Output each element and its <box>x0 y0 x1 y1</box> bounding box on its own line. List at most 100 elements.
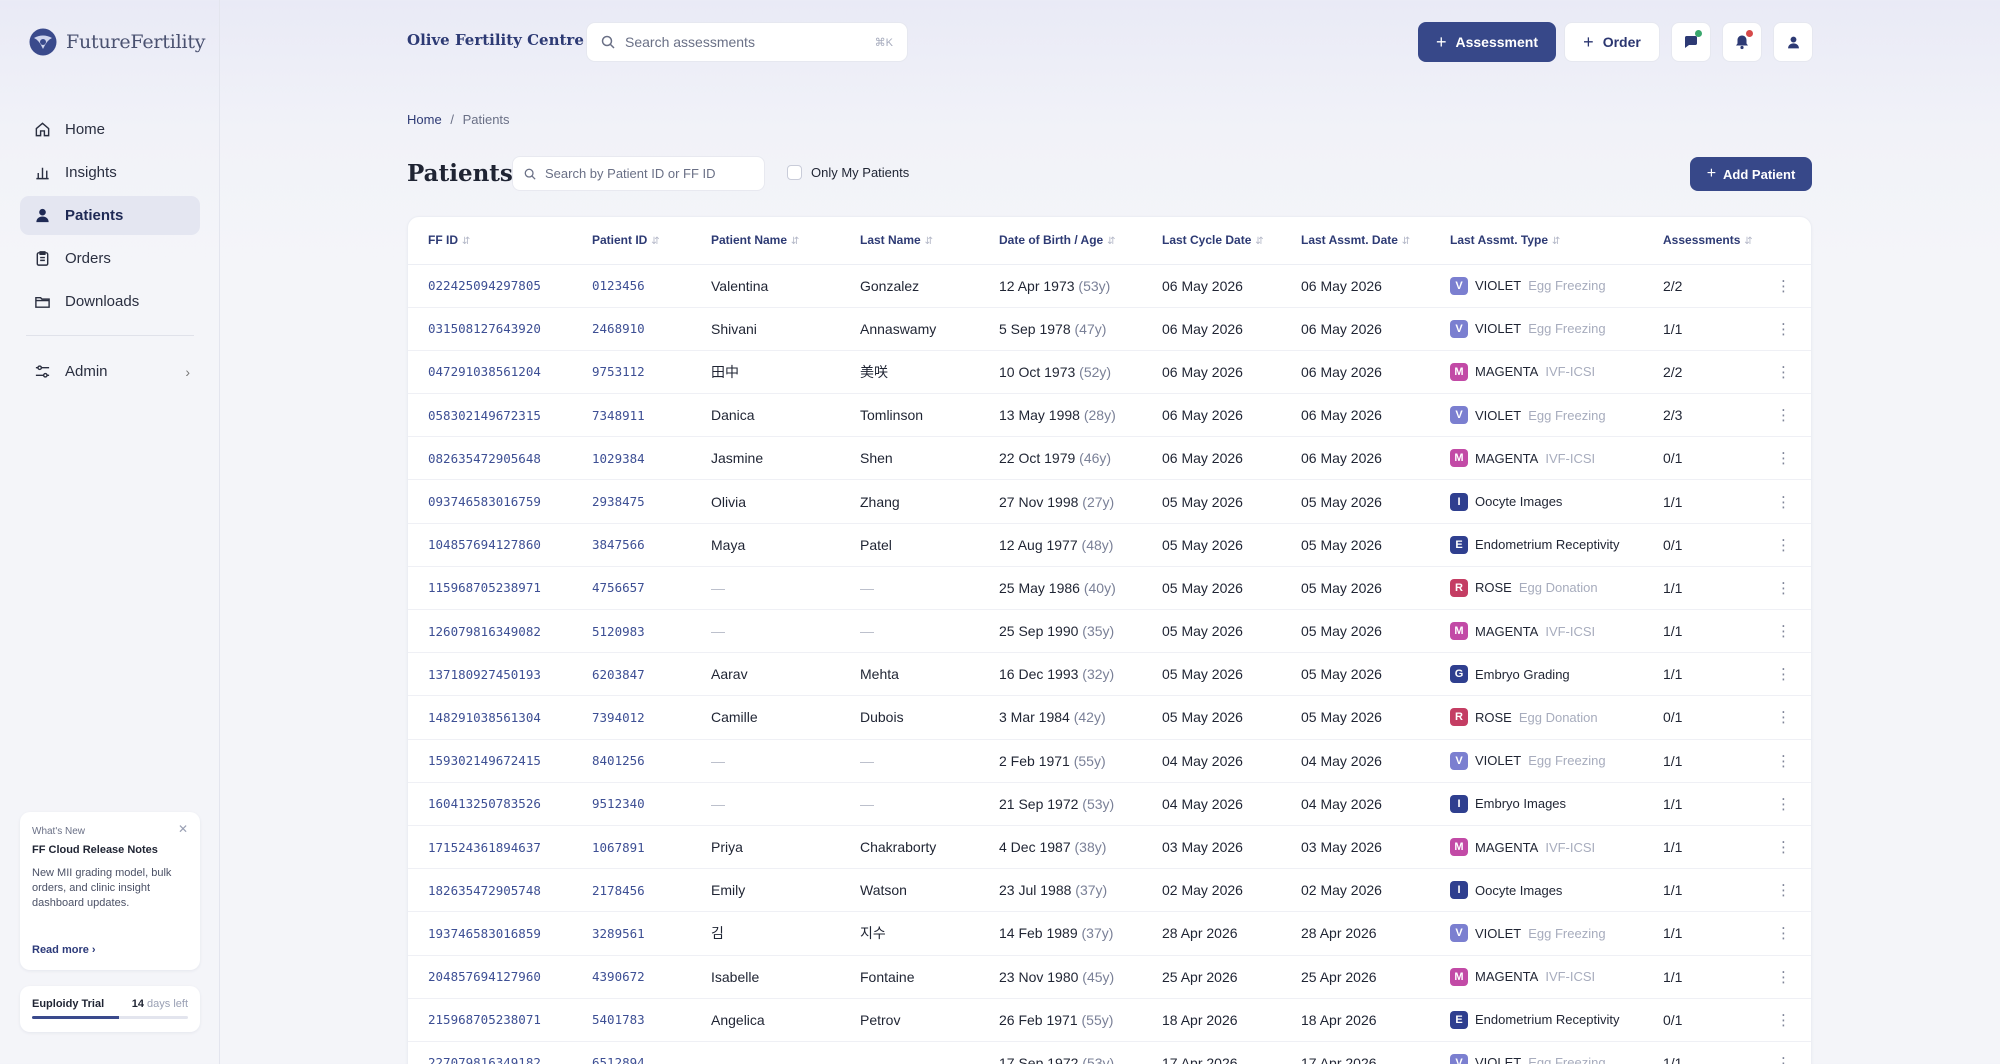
sort-icon[interactable]: ⇵ <box>925 236 933 247</box>
row-menu-icon[interactable]: ⋮ <box>1743 479 1811 524</box>
column-header[interactable]: Last Assmt. Type ⇵ <box>1430 217 1643 265</box>
table-row[interactable]: 193746583016859 3289561 김 지수 14 Feb 1989 (37… <box>408 911 1811 956</box>
row-menu-icon[interactable]: ⋮ <box>1743 695 1811 740</box>
ff-id-cell[interactable]: 082635472905648 <box>408 436 572 481</box>
sort-icon[interactable]: ⇵ <box>1402 236 1410 247</box>
patient-id-cell[interactable]: 4756657 <box>572 566 691 611</box>
row-menu-icon[interactable]: ⋮ <box>1743 782 1811 826</box>
table-row[interactable]: 031508127643920 2468910 Shivani Annaswamy 5 … <box>408 307 1811 351</box>
column-header[interactable]: Last Cycle Date ⇵ <box>1142 217 1281 265</box>
clinic-name[interactable]: Olive Fertility Centre <box>407 31 584 49</box>
patient-id-cell[interactable]: 6512894 <box>572 1041 691 1064</box>
ff-id-cell[interactable]: 047291038561204 <box>408 350 572 395</box>
ff-id-cell[interactable]: 171524361894637 <box>408 825 572 870</box>
row-menu-icon[interactable]: ⋮ <box>1743 998 1811 1042</box>
row-menu-icon[interactable]: ⋮ <box>1743 264 1811 308</box>
ff-id-cell[interactable]: 148291038561304 <box>408 695 572 740</box>
table-row[interactable]: 171524361894637 1067891 Priya Chakraborty 4 … <box>408 825 1811 870</box>
new-assessment-button[interactable]: + Assessment <box>1418 22 1556 62</box>
ff-id-cell[interactable]: 182635472905748 <box>408 868 572 913</box>
ff-id-cell[interactable]: 215968705238071 <box>408 998 572 1042</box>
row-menu-icon[interactable]: ⋮ <box>1743 911 1811 956</box>
row-menu-icon[interactable]: ⋮ <box>1743 436 1811 481</box>
row-menu-icon[interactable]: ⋮ <box>1743 307 1811 351</box>
sidebar-item-downloads[interactable]: Downloads <box>20 282 200 321</box>
row-menu-icon[interactable]: ⋮ <box>1743 566 1811 611</box>
ff-id-cell[interactable]: 204857694127960 <box>408 955 572 999</box>
row-menu-icon[interactable]: ⋮ <box>1743 868 1811 913</box>
table-row[interactable]: 160413250783526 9512340 — — 21 Sep 1972 (53y… <box>408 782 1811 826</box>
ff-id-cell[interactable]: 104857694127860 <box>408 523 572 567</box>
table-row[interactable]: 104857694127860 3847566 Maya Patel 12 Aug 19… <box>408 523 1811 567</box>
sort-icon[interactable]: ⇵ <box>791 236 799 247</box>
ff-id-cell[interactable]: 031508127643920 <box>408 307 572 351</box>
account-button[interactable] <box>1773 22 1813 62</box>
sidebar-item-patients[interactable]: Patients <box>20 196 200 235</box>
patient-id-cell[interactable]: 0123456 <box>572 264 691 308</box>
sidebar-item-home[interactable]: Home <box>20 110 200 149</box>
brand[interactable]: FutureFertility <box>28 27 206 57</box>
table-row[interactable]: 047291038561204 9753112 田中 美咲 10 Oct 1973 (5… <box>408 350 1811 395</box>
patient-id-cell[interactable]: 2468910 <box>572 307 691 351</box>
sidebar-item-insights[interactable]: Insights <box>20 153 200 192</box>
table-row[interactable]: 022425094297805 0123456 Valentina Gonzalez 1… <box>408 264 1811 308</box>
table-row[interactable]: 227079816349182 6512894 — — 17 Sep 1972 (53y… <box>408 1041 1811 1064</box>
sidebar-item-orders[interactable]: Orders <box>20 239 200 278</box>
sort-icon[interactable]: ⇵ <box>1744 236 1752 247</box>
search-input[interactable] <box>625 34 875 50</box>
only-my-patients-checkbox[interactable] <box>787 165 802 180</box>
patient-id-cell[interactable]: 3289561 <box>572 911 691 956</box>
ff-id-cell[interactable]: 093746583016759 <box>408 479 572 524</box>
assessment-search[interactable]: ⌘K <box>586 22 908 62</box>
patient-id-cell[interactable]: 5120983 <box>572 609 691 654</box>
ff-id-cell[interactable]: 159302149672415 <box>408 739 572 783</box>
patient-search-input[interactable] <box>545 166 753 181</box>
sort-icon[interactable]: ⇵ <box>1552 236 1560 247</box>
patient-id-cell[interactable]: 7348911 <box>572 393 691 438</box>
patient-id-cell[interactable]: 2178456 <box>572 868 691 913</box>
sort-icon[interactable]: ⇵ <box>1255 236 1263 247</box>
column-header[interactable]: Last Assmt. Date ⇵ <box>1281 217 1430 265</box>
table-row[interactable]: 182635472905748 2178456 Emily Watson 23 Jul … <box>408 868 1811 913</box>
column-header[interactable]: Assessments ⇵ <box>1643 217 1753 265</box>
row-menu-icon[interactable]: ⋮ <box>1743 652 1811 697</box>
ff-id-cell[interactable]: 058302149672315 <box>408 393 572 438</box>
table-row[interactable]: 148291038561304 7394012 Camille Dubois 3 Mar… <box>408 695 1811 740</box>
patient-id-cell[interactable]: 8401256 <box>572 739 691 783</box>
patient-id-cell[interactable]: 7394012 <box>572 695 691 740</box>
patient-id-cell[interactable]: 5401783 <box>572 998 691 1042</box>
row-menu-icon[interactable]: ⋮ <box>1743 393 1811 438</box>
new-order-button[interactable]: + Order <box>1564 22 1660 62</box>
patient-id-cell[interactable]: 1067891 <box>572 825 691 870</box>
ff-id-cell[interactable]: 193746583016859 <box>408 911 572 956</box>
row-menu-icon[interactable]: ⋮ <box>1743 523 1811 567</box>
patient-id-cell[interactable]: 1029384 <box>572 436 691 481</box>
patient-id-cell[interactable]: 9753112 <box>572 350 691 395</box>
notifications-button[interactable] <box>1722 22 1762 62</box>
column-header[interactable]: Patient ID ⇵ <box>572 217 691 265</box>
sort-icon[interactable]: ⇵ <box>462 236 470 247</box>
table-row[interactable]: 159302149672415 8401256 — — 2 Feb 1971 (55y)… <box>408 739 1811 783</box>
table-row[interactable]: 204857694127960 4390672 Isabelle Fontaine 23… <box>408 955 1811 999</box>
sort-icon[interactable]: ⇵ <box>651 236 659 247</box>
table-row[interactable]: 137180927450193 6203847 Aarav Mehta 16 Dec 1… <box>408 652 1811 697</box>
column-header[interactable]: FF ID ⇵ <box>408 217 572 265</box>
patient-id-cell[interactable]: 9512340 <box>572 782 691 826</box>
row-menu-icon[interactable]: ⋮ <box>1743 609 1811 654</box>
table-row[interactable]: 058302149672315 7348911 Danica Tomlinson 13 … <box>408 393 1811 438</box>
read-more-link[interactable]: Read more › <box>32 944 96 956</box>
column-header[interactable]: Date of Birth / Age ⇵ <box>979 217 1142 265</box>
patient-id-cell[interactable]: 4390672 <box>572 955 691 999</box>
column-header[interactable]: Last Name ⇵ <box>840 217 979 265</box>
table-row[interactable]: 215968705238071 5401783 Angelica Petrov 26 F… <box>408 998 1811 1042</box>
patient-search[interactable] <box>512 156 765 191</box>
patient-id-cell[interactable]: 3847566 <box>572 523 691 567</box>
only-my-patients-toggle[interactable]: Only My Patients <box>787 165 909 180</box>
row-menu-icon[interactable]: ⋮ <box>1743 739 1811 783</box>
column-header[interactable]: Patient Name ⇵ <box>691 217 840 265</box>
sidebar-item-admin[interactable]: Admin › <box>20 352 200 391</box>
row-menu-icon[interactable]: ⋮ <box>1743 350 1811 395</box>
ff-id-cell[interactable]: 227079816349182 <box>408 1041 572 1064</box>
table-row[interactable]: 093746583016759 2938475 Olivia Zhang 27 Nov … <box>408 479 1811 524</box>
ff-id-cell[interactable]: 160413250783526 <box>408 782 572 826</box>
